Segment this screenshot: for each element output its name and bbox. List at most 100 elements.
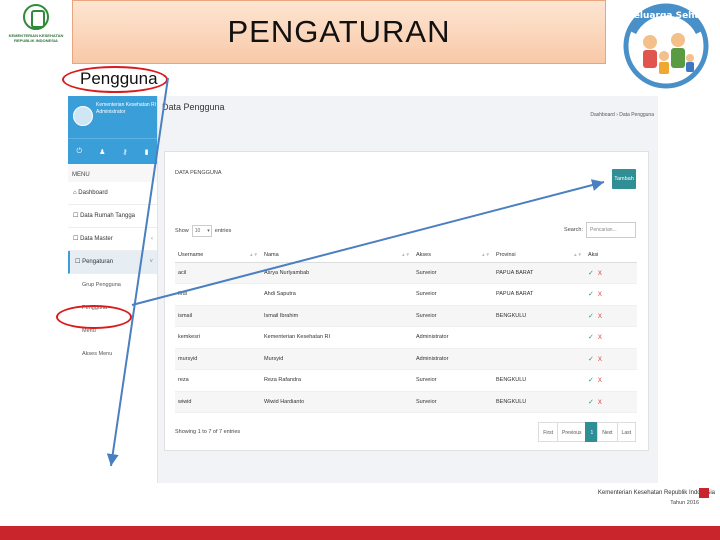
footer: Kementerian Kesehatan Republik Indonesia…	[540, 490, 715, 515]
table-row: wiwid Wiwid Hardianto Surveior BENGKULU ✓ X	[175, 391, 637, 413]
page-title: Data Pengguna	[162, 102, 225, 112]
search-input[interactable]: Pencarian...	[586, 222, 636, 238]
annotation-oval-label	[62, 66, 168, 93]
table-row: reza Reza Rafandra Surveior BENGKULU ✓ X	[175, 369, 637, 392]
table-cell: Surveior	[413, 369, 493, 392]
kemkes-logo-text: KEMENTERIAN KESEHATAN REPUBLIK INDONESIA	[8, 33, 64, 43]
lock-icon[interactable]: ▮	[145, 148, 149, 156]
key-icon[interactable]: ⚷	[122, 148, 127, 156]
footer-year: Tahun 2016	[670, 500, 699, 506]
keluarga-logo-text: Keluarga Sehat	[627, 11, 706, 21]
edit-icon[interactable]: ✓	[588, 313, 594, 320]
delete-icon[interactable]: X	[598, 357, 602, 363]
column-header-akses[interactable]: Akses ▲▼	[413, 249, 493, 263]
table-cell: Surveior	[413, 262, 493, 284]
edit-icon[interactable]: ✓	[588, 399, 594, 406]
pager-next[interactable]: Next	[597, 422, 618, 442]
chevron-left-icon: ‹	[151, 236, 153, 242]
sidebar-item-data-master[interactable]: ☐ Data Master ‹	[68, 228, 157, 251]
users-table: Username ▲▼ Nama ▲▼ Akses ▲▼ Provinsi ▲▼ Aks…	[175, 249, 637, 413]
delete-icon[interactable]: X	[598, 400, 602, 406]
table-cell: mursyid	[175, 348, 261, 370]
table-cell-actions: ✓ X	[585, 348, 637, 370]
sort-icon: ▲▼	[481, 252, 490, 258]
delete-icon[interactable]: X	[598, 314, 602, 320]
quick-icons-bar: ⏻ ♟ ⚷ ▮	[68, 138, 157, 164]
table-cell: kemkesri	[175, 326, 261, 349]
chevron-down-icon: ˅	[149, 259, 153, 265]
sidebar-item-pengaturan[interactable]: ☐ Pengaturan ˅	[68, 251, 157, 274]
sidebar-item-dashboard[interactable]: ⌂ Dashboard	[68, 182, 157, 205]
square-icon: ☐	[75, 259, 81, 265]
menu-heading: MENU	[68, 164, 157, 182]
pager-first[interactable]: First	[538, 422, 559, 442]
table-cell: Ahdi Saputra	[261, 283, 413, 306]
slide-title-box: PENGATURAN	[72, 0, 606, 64]
table-row: firdi Ahdi Saputra Surveior PAPUA BARAT ✓ X	[175, 283, 637, 306]
column-header-aksi: Aksi	[585, 249, 637, 263]
table-cell: BENGKULU	[493, 305, 585, 327]
delete-icon[interactable]: X	[598, 335, 602, 341]
edit-icon[interactable]: ✓	[588, 334, 594, 341]
table-cell: Surveior	[413, 283, 493, 306]
search-label: Search:	[564, 227, 583, 233]
table-row: acil Asrya Nurlyambab Surveior PAPUA BARAT ✓…	[175, 262, 637, 284]
kemkes-emblem-icon	[23, 4, 49, 30]
sort-icon: ▲▼	[573, 252, 582, 258]
sort-icon: ▲▼	[249, 252, 258, 258]
add-button[interactable]: Tambah	[612, 169, 636, 189]
table-cell: Kementerian Kesehatan RI	[261, 326, 413, 349]
pager-previous[interactable]: Previous	[557, 422, 587, 442]
submenu-akses-menu[interactable]: Akses Menu	[68, 343, 157, 366]
table-row: kemkesri Kementerian Kesehatan RI Administ…	[175, 326, 637, 349]
table-cell: BENGKULU	[493, 369, 585, 392]
table-cell-actions: ✓ X	[585, 326, 637, 349]
table-header-row: Username ▲▼ Nama ▲▼ Akses ▲▼ Provinsi ▲▼ Aks…	[175, 249, 637, 263]
app-screenshot: Kementerian Kesehatan RI Administrator ⏻…	[68, 96, 658, 483]
table-cell: Ismail Ibrahim	[261, 305, 413, 327]
home-icon: ⌂	[73, 190, 77, 196]
show-label: Show	[175, 228, 189, 234]
column-header-nama[interactable]: Nama ▲▼	[261, 249, 413, 263]
footer-org: Kementerian Kesehatan Republik Indonesia	[597, 490, 715, 496]
delete-icon[interactable]: X	[598, 271, 602, 277]
table-cell: Mursyid	[261, 348, 413, 370]
table-row: ismail Ismail Ibrahim Surveior BENGKULU ✓ X	[175, 305, 637, 327]
edit-icon[interactable]: ✓	[588, 270, 594, 277]
table-cell: Surveior	[413, 305, 493, 327]
page-length-control: Show 10 entries	[175, 225, 231, 237]
table-cell	[493, 326, 585, 349]
column-header-provinsi[interactable]: Provinsi ▲▼	[493, 249, 585, 263]
delete-icon[interactable]: X	[598, 292, 602, 298]
page-length-select[interactable]: 10	[191, 225, 212, 237]
pager-last[interactable]: Last	[616, 422, 636, 442]
sidebar-item-label: Dashboard	[78, 190, 108, 196]
edit-icon[interactable]: ✓	[588, 377, 594, 384]
column-header-username[interactable]: Username ▲▼	[175, 249, 261, 263]
breadcrumb[interactable]: Dashboard › Data Pengguna	[590, 112, 654, 118]
data-panel: DATA PENGGUNA Tambah Show 10 entries Sea…	[164, 151, 649, 451]
square-icon: ☐	[73, 236, 79, 242]
sidebar-item-data-rumah-tangga[interactable]: ☐ Data Rumah Tangga	[68, 205, 157, 228]
delete-icon[interactable]: X	[598, 378, 602, 384]
edit-icon[interactable]: ✓	[588, 356, 594, 363]
submenu-grup-pengguna[interactable]: Grup Pengguna	[68, 274, 157, 297]
profile-role: Administrator	[96, 109, 126, 115]
main-content: Data Pengguna Dashboard › Data Pengguna …	[158, 96, 658, 483]
table-cell: PAPUA BARAT	[493, 262, 585, 284]
table-cell: BENGKULU	[493, 391, 585, 413]
table-cell: ismail	[175, 305, 261, 327]
search-control: Search: Pencarian...	[564, 222, 636, 238]
table-cell-actions: ✓ X	[585, 369, 637, 392]
edit-icon[interactable]: ✓	[588, 291, 594, 298]
power-icon[interactable]: ⏻	[77, 148, 83, 156]
table-cell-actions: ✓ X	[585, 305, 637, 327]
user-icon[interactable]: ♟	[99, 148, 105, 156]
table-cell-actions: ✓ X	[585, 283, 637, 306]
panel-title: DATA PENGGUNA	[175, 170, 222, 176]
sidebar-item-label: Data Master	[80, 236, 113, 242]
annotation-oval-submenu	[56, 305, 132, 329]
kemkes-logo: KEMENTERIAN KESEHATAN REPUBLIK INDONESIA	[6, 4, 66, 66]
entries-label: entries	[214, 228, 232, 234]
table-cell: wiwid	[175, 391, 261, 413]
